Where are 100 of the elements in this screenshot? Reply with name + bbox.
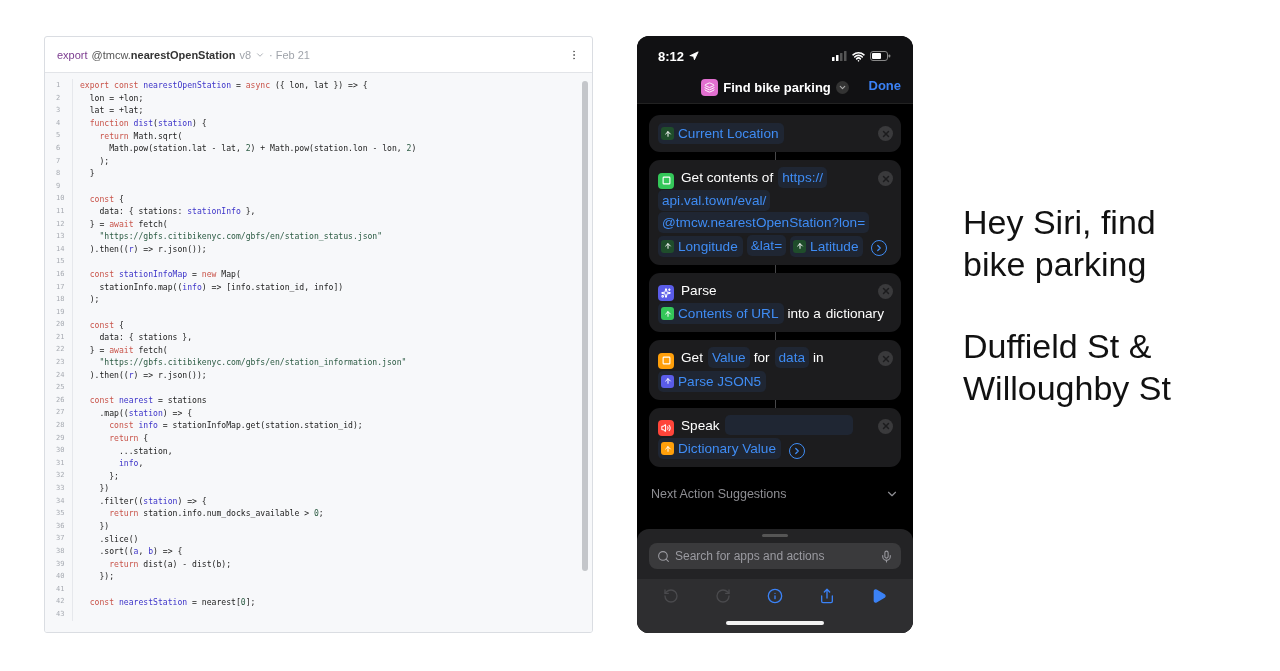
code-line: ); (88, 294, 100, 305)
variable-token[interactable]: Dictionary Value (658, 438, 781, 459)
code-line: .filter((station) => { (98, 495, 207, 506)
variable-label: Contents of URL (678, 305, 779, 323)
code-line: } = await fetch( (88, 218, 168, 229)
suggestions-toggle[interactable]: Next Action Suggestions (649, 487, 901, 501)
code-line: export const nearestOpenStation = async ({ lon, lat }) => { (79, 80, 368, 91)
action-text: Get (681, 350, 703, 365)
remove-button[interactable] (878, 283, 893, 299)
code-line: .sort((a, b) => { (98, 546, 183, 557)
x-icon (880, 353, 891, 364)
parameter-token[interactable]: Value (707, 347, 750, 368)
code-line: const stationInfoMap = new Map( (88, 269, 241, 280)
undo-icon (663, 588, 679, 604)
variable-token[interactable]: Current Location (658, 123, 784, 144)
search-bar[interactable]: Search for apps and actions (649, 543, 901, 569)
code-line: return station.info.num_docks_available > 0; (108, 508, 324, 519)
chevron-right-icon (792, 445, 802, 456)
code-line: const nearest = stations (88, 395, 207, 406)
action-card[interactable]: Current Location (649, 115, 901, 152)
chevron-down-icon[interactable] (835, 81, 849, 94)
shortcut-title[interactable]: Find bike parking (723, 80, 831, 95)
code-line: return dist(a) - dist(b); (108, 558, 232, 569)
info-button[interactable] (767, 588, 783, 604)
variable-label: Dictionary Value (678, 440, 776, 458)
code-line: lat = +lat; (88, 105, 144, 116)
remove-button[interactable] (878, 418, 893, 434)
variable-token[interactable]: Longitude (658, 235, 743, 257)
search-field[interactable]: Search for apps and actions (675, 549, 875, 563)
code-line: }) (98, 483, 110, 494)
action-text: Speak (681, 417, 720, 433)
wifi-icon (852, 49, 865, 63)
x-icon (880, 421, 891, 431)
code-line: ...station, (117, 445, 173, 456)
export-label: export (57, 48, 88, 61)
search-icon (657, 549, 670, 563)
variable-label: Parse JSON5 (678, 372, 762, 391)
code-line: const nearestStation = nearest[0]; (88, 596, 256, 607)
action-card[interactable]: Speak Dictionary Value (649, 407, 901, 467)
variable-token[interactable]: Contents of URL (658, 303, 784, 324)
variable-label: Current Location (678, 125, 779, 143)
code-line: info, (117, 458, 144, 469)
code-line: const { (88, 319, 124, 330)
status-time: 8:12 (658, 48, 685, 64)
code-line: Math.pow(station.lat - lat, 2) + Math.pow(station.lon - lon, 2) (108, 143, 417, 154)
variable-label: Longitude (678, 237, 738, 256)
parameter-token[interactable]: @tmcw.nearestOpenStation?lon= (658, 212, 870, 233)
variable-label: Latitude (810, 237, 859, 256)
code-line: } = await fetch( (88, 344, 168, 355)
signal-icon (832, 51, 847, 61)
code-line: }; (108, 470, 119, 481)
code-line: "https://gbfs.citibikenyc.com/gbfs/en/station_information.json" (98, 357, 407, 368)
code-line: "https://gbfs.citibikenyc.com/gbfs/en/station_status.json" (98, 231, 383, 242)
code-line: ).then((r) => r.json()); (88, 244, 207, 254)
parameter-token[interactable]: api.val.town/eval/ (658, 189, 771, 211)
version-label[interactable]: v8 (239, 48, 251, 61)
code-line: const { (88, 193, 124, 204)
share-icon (819, 588, 835, 604)
variable-token[interactable]: Latitude (790, 235, 864, 257)
code-line: }); (98, 571, 115, 582)
code-line: data: { stations }, (98, 332, 193, 343)
mic-icon[interactable] (880, 549, 893, 563)
redo-icon (715, 588, 731, 604)
code-line: ); (98, 155, 110, 166)
caption-text: Hey Siri, find bike parking (963, 202, 1157, 285)
parameter-token[interactable]: &lat= (746, 235, 787, 256)
action-text: in (813, 350, 824, 365)
remove-button[interactable] (878, 171, 893, 186)
code-line: ).then((r) => r.json()); (88, 369, 207, 380)
variable-token[interactable]: Parse JSON5 (658, 370, 767, 392)
code-line: stationInfo.map((info) => [info.station_id, info]) (98, 281, 344, 292)
code-line: lon = +lon; (88, 92, 144, 103)
play-button[interactable] (871, 588, 887, 604)
scrollbar-thumb[interactable] (582, 81, 588, 571)
x-icon (880, 286, 891, 296)
action-card[interactable]: Get Value for data in Parse JSON5 (649, 340, 901, 400)
sheet-handle[interactable] (762, 534, 788, 537)
code-line: data: { stations: stationInfo }, (98, 206, 256, 217)
action-text: into a (787, 305, 821, 321)
x-icon (880, 173, 891, 184)
remove-button[interactable] (878, 351, 893, 366)
date-label: · Feb 21 (269, 48, 310, 61)
x-icon (880, 128, 891, 139)
code-line: function dist(station) { (88, 118, 207, 129)
play-icon (871, 588, 887, 604)
action-card[interactable]: Get contents of https:// api.val.town/eval/ @tmcw.nearestOpenStation?lon= Longitude &lat= Latitude (649, 160, 901, 265)
code-line: }) (98, 521, 110, 532)
action-text: Parse (681, 282, 717, 298)
share-button[interactable] (819, 588, 835, 604)
code-line: return Math.sqrt( (98, 130, 183, 141)
action-card[interactable]: Parse Contents of URL into a dictionary (649, 272, 901, 332)
shortcut-icon (701, 79, 719, 96)
code-line: const info = stationInfoMap.get(station.station_id); (108, 420, 363, 431)
caption-text: Duffield St & Willoughby St (963, 326, 1172, 409)
parameter-token[interactable]: https:// (778, 167, 827, 188)
remove-button[interactable] (878, 126, 893, 141)
done-button[interactable]: Done (868, 78, 901, 93)
action-text: for (753, 350, 770, 365)
action-text: Get contents of (681, 170, 774, 185)
parameter-token[interactable]: data (774, 347, 810, 368)
